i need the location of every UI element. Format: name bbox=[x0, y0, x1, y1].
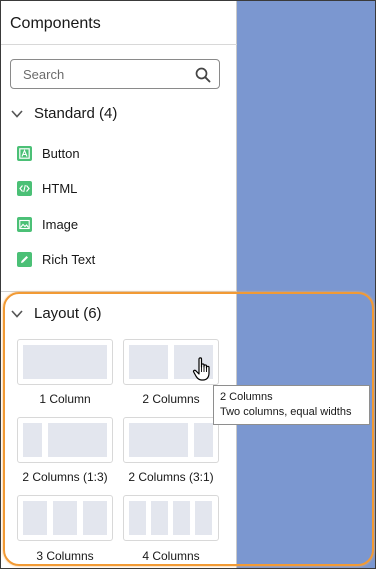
column-block bbox=[83, 501, 107, 535]
column-block bbox=[23, 345, 107, 379]
search-icon[interactable] bbox=[195, 67, 211, 83]
layout-section-label: Layout (6) bbox=[34, 305, 102, 322]
title-divider bbox=[1, 44, 237, 45]
layout-tooltip: 2 Columns Two columns, equal widths bbox=[213, 385, 370, 425]
component-item-label: Button bbox=[42, 146, 80, 161]
image-icon bbox=[17, 217, 32, 232]
layout-section-header[interactable]: Layout (6) bbox=[10, 305, 102, 322]
pencil-icon bbox=[17, 252, 32, 267]
column-block bbox=[53, 501, 77, 535]
column-block bbox=[129, 423, 188, 457]
layout-tile-1-column[interactable] bbox=[17, 339, 113, 385]
column-block bbox=[129, 345, 168, 379]
component-item-rich-text[interactable]: Rich Text bbox=[17, 252, 95, 267]
button-icon bbox=[17, 146, 32, 161]
column-block bbox=[195, 501, 212, 535]
layout-tile-4-columns[interactable] bbox=[123, 495, 219, 541]
column-block bbox=[173, 501, 190, 535]
code-icon bbox=[17, 181, 32, 196]
layout-tile-label: 3 Columns bbox=[36, 549, 94, 563]
column-block bbox=[194, 423, 213, 457]
tooltip-description: Two columns, equal widths bbox=[220, 406, 352, 418]
layout-tile-3-columns[interactable] bbox=[17, 495, 113, 541]
standard-section-label: Standard (4) bbox=[34, 105, 118, 122]
column-block bbox=[23, 501, 47, 535]
column-block bbox=[151, 501, 168, 535]
layout-tile-label: 2 Columns bbox=[142, 392, 200, 406]
column-block bbox=[129, 501, 146, 535]
layout-tile-label: 1 Column bbox=[39, 392, 91, 406]
layout-tile-label: 2 Columns (1:3) bbox=[22, 470, 108, 484]
component-item-button[interactable]: Button bbox=[17, 146, 80, 161]
chevron-down-icon bbox=[11, 109, 23, 118]
standard-section-header[interactable]: Standard (4) bbox=[10, 105, 117, 122]
column-block bbox=[23, 423, 42, 457]
chevron-down-icon bbox=[11, 309, 23, 318]
layout-tile-label: 4 Columns bbox=[142, 549, 200, 563]
component-item-label: Image bbox=[42, 217, 79, 232]
component-item-image[interactable]: Image bbox=[17, 217, 78, 232]
component-item-label: Rich Text bbox=[42, 252, 96, 267]
search-input[interactable] bbox=[11, 60, 203, 88]
layout-tile-2-columns-3-1[interactable] bbox=[123, 417, 219, 463]
layout-tile-2-columns-1-3[interactable] bbox=[17, 417, 113, 463]
component-item-label: HTML bbox=[42, 181, 78, 196]
panel-title: Components bbox=[10, 15, 101, 32]
layout-tile-label: 2 Columns (3:1) bbox=[128, 470, 214, 484]
hand-cursor-icon bbox=[192, 357, 210, 381]
column-block bbox=[48, 423, 107, 457]
tooltip-title: 2 Columns bbox=[220, 391, 273, 403]
component-item-html[interactable]: HTML bbox=[17, 181, 77, 196]
search-box[interactable] bbox=[10, 59, 220, 89]
